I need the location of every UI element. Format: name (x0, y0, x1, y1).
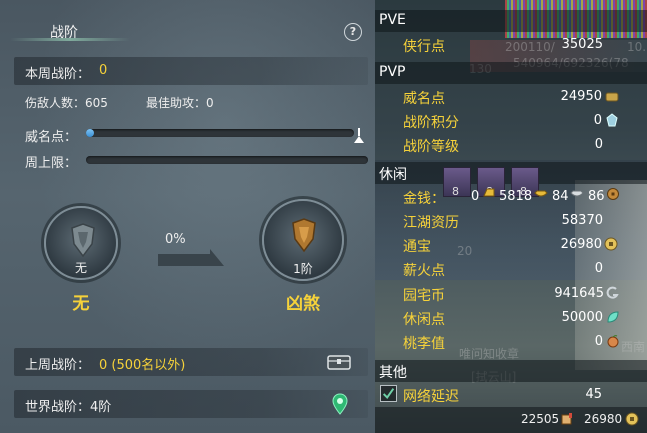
title-decoration (10, 38, 130, 41)
yuanzhai-value: 941645 (554, 286, 604, 301)
battle-rank-panel: 战阶 ? 本周战阶： 0 伤敌人数：605 最佳助攻：0 威名点： 周上限： 无… (0, 0, 375, 433)
xiaxing-label: 侠行点 (403, 39, 445, 55)
money-gold-value: 0 (471, 189, 480, 204)
progress-arrow-icon (158, 249, 224, 266)
tongbao-label: 通宝 (403, 239, 431, 255)
zhanjie-jifen-label: 战阶积分 (403, 115, 459, 131)
scroll-token-icon (561, 413, 572, 425)
taoli-label: 桃李值 (403, 336, 445, 352)
section-pvp: PVP (379, 64, 406, 80)
help-icon[interactable]: ? (344, 23, 362, 41)
xiuxian-value: 50000 (561, 310, 603, 325)
section-other: 其他 (379, 365, 407, 381)
cap-marker-icon (354, 128, 364, 143)
next-rank-emblem[interactable]: 1阶 (262, 199, 344, 281)
location-pin-icon[interactable] (332, 393, 348, 415)
crystal-icon (606, 113, 618, 127)
zhanjie-dengji-label: 战阶等级 (403, 139, 459, 155)
zhanjie-dengji-value: 0 (594, 137, 603, 152)
background-text: 西南 (621, 340, 646, 354)
bronze-shield-emblem-icon (292, 218, 316, 253)
kills-stat: 伤敌人数：605 (25, 96, 108, 110)
section-leisure: 休闲 (379, 167, 407, 183)
best-assist-stat: 最佳助攻：0 (146, 96, 214, 110)
section-pve: PVE (379, 12, 406, 28)
last-week-value: 0 (500名以外) (99, 358, 186, 373)
tongbao-value: 26980 (560, 237, 602, 252)
section-band-pve (375, 10, 647, 32)
weekly-rank-value: 0 (99, 63, 108, 78)
weiming-value: 24950 (560, 89, 602, 104)
current-rank-name: 无 (72, 294, 90, 314)
leaf-icon (607, 311, 619, 323)
panel-header: 战阶 (0, 16, 375, 46)
weekly-rank-label: 本周战阶： (25, 67, 91, 82)
currency-overview-panel: 200110/ 540964/692326(78 130 10.6 唯问知收章 … (375, 0, 647, 433)
prestige-progress-fill (86, 129, 95, 137)
section-band-pvp (375, 62, 647, 84)
rank-progress-percent: 0% (165, 232, 186, 247)
xiaxing-value: 35025 (561, 37, 603, 52)
silver-ingot-icon (570, 190, 584, 197)
xinhuo-value: 0 (594, 261, 603, 276)
check-icon (382, 388, 395, 399)
copper-coin-icon (607, 188, 619, 200)
latency-label: 网络延迟 (403, 389, 459, 405)
world-rank-label: 世界战阶：4阶 (25, 400, 112, 415)
weekly-cap-label: 周上限： (25, 156, 78, 171)
money-copper-value: 86 (588, 189, 605, 204)
currency-footer: 22505 26980 (375, 407, 647, 433)
yuanzhai-label: 园宅币 (403, 288, 445, 304)
background-text: 10.6 (627, 40, 647, 54)
latency-checkbox[interactable] (380, 385, 397, 402)
last-week-label: 上周战阶： (25, 358, 91, 373)
weekly-cap-progress-bar (86, 156, 368, 164)
money-silver-a-value: 5818 (499, 189, 533, 204)
home-coin-icon (606, 286, 619, 299)
shield-emblem-icon (71, 223, 95, 258)
section-band-other (375, 360, 647, 382)
zhanjie-jifen-value: 0 (593, 113, 602, 128)
gold-brick-icon (483, 188, 495, 197)
xinhuo-label: 薪火点 (403, 263, 445, 279)
footer-value-a: 22505 (521, 412, 560, 426)
jianghu-label: 江湖资历 (403, 215, 459, 231)
prestige-token-icon (605, 92, 619, 102)
next-rank-tier: 1阶 (293, 262, 313, 276)
reward-chest-icon[interactable] (327, 353, 351, 371)
money-silver-b-value: 84 (552, 189, 569, 204)
gold-ingot-icon (534, 190, 548, 197)
taoli-value: 0 (594, 334, 603, 349)
current-rank-tier: 无 (74, 261, 87, 275)
inventory-slot[interactable]: 8 (443, 167, 471, 198)
jianghu-value: 58370 (561, 213, 603, 228)
background-text: 20 (457, 244, 473, 258)
tongbao-coin-icon (604, 237, 618, 251)
footer-value-b: 26980 (584, 412, 623, 426)
current-rank-emblem[interactable]: 无 (44, 206, 118, 280)
background-text: 200110/ (505, 40, 555, 54)
latency-value: 45 (585, 387, 602, 402)
xiuxian-label: 休闲点 (403, 312, 445, 328)
weiming-label: 威名点 (403, 91, 445, 107)
prestige-label: 威名点： (25, 130, 78, 145)
next-rank-name: 凶煞 (286, 294, 320, 314)
tongbao-coin-icon (625, 412, 639, 426)
money-label: 金钱： (403, 191, 445, 207)
prestige-progress-bar (86, 129, 354, 137)
peach-icon (607, 335, 619, 348)
